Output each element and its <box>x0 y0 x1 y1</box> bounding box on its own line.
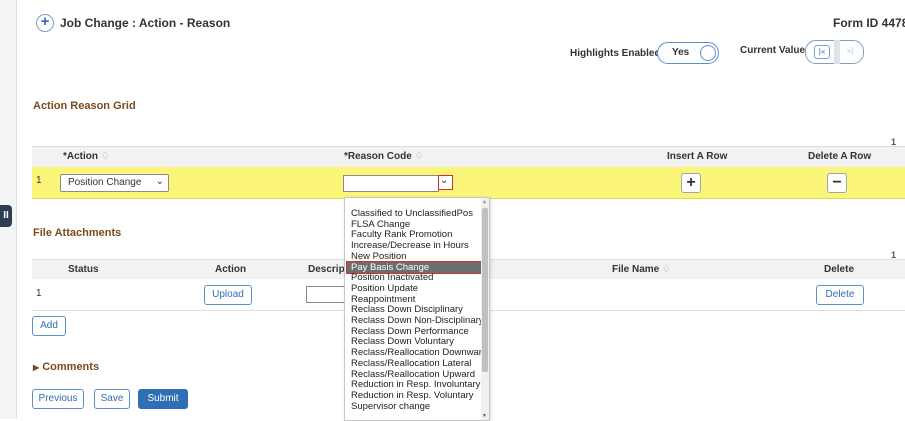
dropdown-option[interactable]: Reclass/Reallocation Downward <box>347 347 487 358</box>
dropdown-option[interactable]: Reclass Down Non-Disciplinary <box>347 315 484 326</box>
sort-icon: ♢ <box>100 151 110 162</box>
action-select[interactable]: Position Change ⌄ <box>60 174 169 192</box>
dropdown-scrollbar[interactable]: ▲ ▼ <box>481 198 489 420</box>
delete-attachment-button[interactable]: Delete <box>816 285 864 305</box>
reason-header-label: *Reason Code <box>344 151 412 162</box>
chevron-down-icon: ⌄ <box>155 176 164 187</box>
action-column-header[interactable]: *Action ♢ <box>63 151 110 162</box>
status-column-header: Status <box>68 264 99 275</box>
dropdown-option[interactable]: Position Update <box>347 283 483 294</box>
add-attachment-button[interactable]: Add <box>32 316 66 336</box>
dropdown-option[interactable]: Classified to UnclassifiedPos <box>347 208 483 219</box>
upload-button[interactable]: Upload <box>204 285 252 305</box>
highlights-toggle[interactable]: Yes <box>657 42 719 64</box>
current-values-nav: |« »| <box>805 40 864 64</box>
submit-button[interactable]: Submit <box>138 389 188 409</box>
reason-code-input[interactable] <box>343 175 439 192</box>
dropdown-option[interactable]: Position Inactivated <box>347 272 483 283</box>
file-name-column-header[interactable]: File Name ♢ <box>612 264 671 275</box>
dropdown-option[interactable]: Reclass/Reallocation Lateral <box>347 358 483 369</box>
save-button[interactable]: Save <box>94 389 130 409</box>
comments-label: Comments <box>42 361 100 373</box>
row-number: 1 <box>36 288 42 299</box>
reason-column-header[interactable]: *Reason Code ♢ <box>344 151 424 162</box>
current-values-label: Current Values <box>740 45 811 56</box>
scroll-down-icon[interactable]: ▼ <box>482 413 487 419</box>
dropdown-option[interactable]: Reappointment <box>347 294 483 305</box>
page-title: Job Change : Action - Reason <box>60 16 231 30</box>
sort-icon: ♢ <box>414 151 424 162</box>
dropdown-option[interactable]: Reclass Down Disciplinary <box>347 304 483 315</box>
dropdown-option[interactable]: Reduction in Resp. Voluntary <box>347 390 483 401</box>
dropdown-option[interactable]: Reclass/Reallocation Upward <box>347 369 483 380</box>
dropdown-option[interactable]: Faculty Rank Promotion <box>347 229 483 240</box>
reason-code-dropdown-list: Classified to UnclassifiedPos FLSA Change… <box>344 197 490 421</box>
comments-section-toggle[interactable]: ▶ Comments <box>33 361 99 373</box>
form-id: Form ID 44786 <box>833 16 905 30</box>
action-column-header: Action <box>215 264 247 275</box>
action-select-value: Position Change <box>68 177 142 188</box>
scrollbar-thumb[interactable] <box>482 208 488 372</box>
dropdown-option[interactable]: New Position <box>347 251 483 262</box>
highlights-label: Highlights Enabled: <box>570 48 664 59</box>
caret-right-icon: ▶ <box>33 363 40 372</box>
delete-row-button[interactable]: − <box>827 173 847 193</box>
add-icon[interactable]: + <box>36 13 54 32</box>
delete-column-header: Delete <box>824 264 855 275</box>
row-number: 1 <box>36 175 42 186</box>
previous-button[interactable]: Previous <box>32 389 84 409</box>
action-reason-row: 1 Position Change ⌄ ⌄ + − <box>32 167 905 199</box>
file-attachments-title: File Attachments <box>33 227 122 239</box>
collapse-panel-tab[interactable]: II <box>0 205 12 227</box>
delete-row-header: Delete A Row <box>808 151 872 162</box>
insert-row-button[interactable]: + <box>681 173 701 193</box>
nav-separator <box>834 40 840 64</box>
scroll-up-icon[interactable]: ▲ <box>482 199 487 205</box>
dropdown-option[interactable]: Reclass Down Performance <box>347 326 483 337</box>
action-header-label: *Action <box>63 151 98 162</box>
toggle-knob <box>700 45 716 61</box>
dropdown-option[interactable]: FLSA Change <box>347 219 483 230</box>
reason-code-dropdown-button[interactable]: ⌄ <box>438 175 453 190</box>
insert-row-header: Insert A Row <box>667 151 728 162</box>
dropdown-option[interactable]: Increase/Decrease in Hours <box>347 240 483 251</box>
sort-icon: ♢ <box>662 264 671 275</box>
highlights-toggle-value: Yes <box>672 47 690 58</box>
dropdown-option[interactable]: Supervisor change <box>347 401 483 412</box>
description-input[interactable] <box>306 286 348 303</box>
chevron-down-icon: ⌄ <box>440 175 449 186</box>
action-reason-grid-title: Action Reason Grid <box>33 100 136 112</box>
dropdown-option[interactable]: Reduction in Resp. Involuntary <box>347 379 483 390</box>
first-record-icon[interactable]: |« <box>814 45 830 59</box>
last-record-icon[interactable]: »| <box>844 45 856 57</box>
dropdown-option[interactable]: Pay Basis Change <box>346 260 484 274</box>
action-reason-grid-header: *Action ♢ *Reason Code ♢ Insert A Row De… <box>32 146 905 168</box>
dropdown-option[interactable]: Reclass Down Voluntary <box>347 336 483 347</box>
file-name-header-label: File Name <box>612 264 660 275</box>
